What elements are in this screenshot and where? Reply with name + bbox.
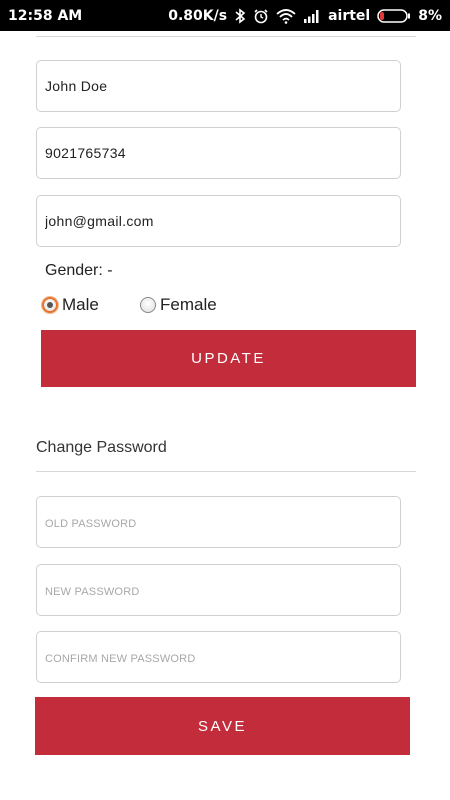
network-speed: 0.80K/s (168, 7, 228, 24)
password-divider (36, 471, 416, 472)
new-password-input[interactable] (37, 565, 400, 615)
phone-field (36, 127, 401, 179)
bluetooth-icon (235, 7, 246, 24)
battery-icon (377, 8, 411, 23)
gender-female-option[interactable]: Female (140, 295, 217, 315)
confirm-password-input[interactable] (37, 632, 400, 682)
radio-female[interactable] (140, 297, 156, 313)
name-field (36, 60, 401, 112)
old-password-field (36, 496, 401, 548)
status-indicators: 0.80K/s airtel 8% (168, 8, 442, 24)
wifi-icon (276, 8, 296, 24)
radio-female-label: Female (160, 295, 217, 314)
new-password-field (36, 564, 401, 616)
radio-male[interactable] (42, 297, 58, 313)
email-field (36, 195, 401, 247)
change-password-title: Change Password (36, 439, 167, 456)
signal-icon (304, 9, 319, 23)
alarm-icon (254, 8, 268, 23)
phone-input[interactable] (37, 128, 400, 178)
gender-male-option[interactable]: Male (42, 295, 99, 315)
carrier-name: airtel (328, 7, 371, 24)
status-bar: 12:58 AM 0.80K/s airtel 8% (0, 0, 450, 31)
save-button[interactable]: SAVE (35, 697, 410, 755)
confirm-password-field (36, 631, 401, 683)
battery-percent: 8% (418, 7, 442, 24)
name-input[interactable] (37, 61, 400, 111)
radio-male-label: Male (62, 295, 99, 314)
old-password-input[interactable] (37, 497, 400, 547)
gender-label: Gender: - (45, 262, 113, 279)
email-input[interactable] (37, 196, 400, 246)
top-divider (36, 36, 416, 37)
status-time: 12:58 AM (8, 7, 83, 24)
update-button[interactable]: UPDATE (41, 330, 416, 387)
